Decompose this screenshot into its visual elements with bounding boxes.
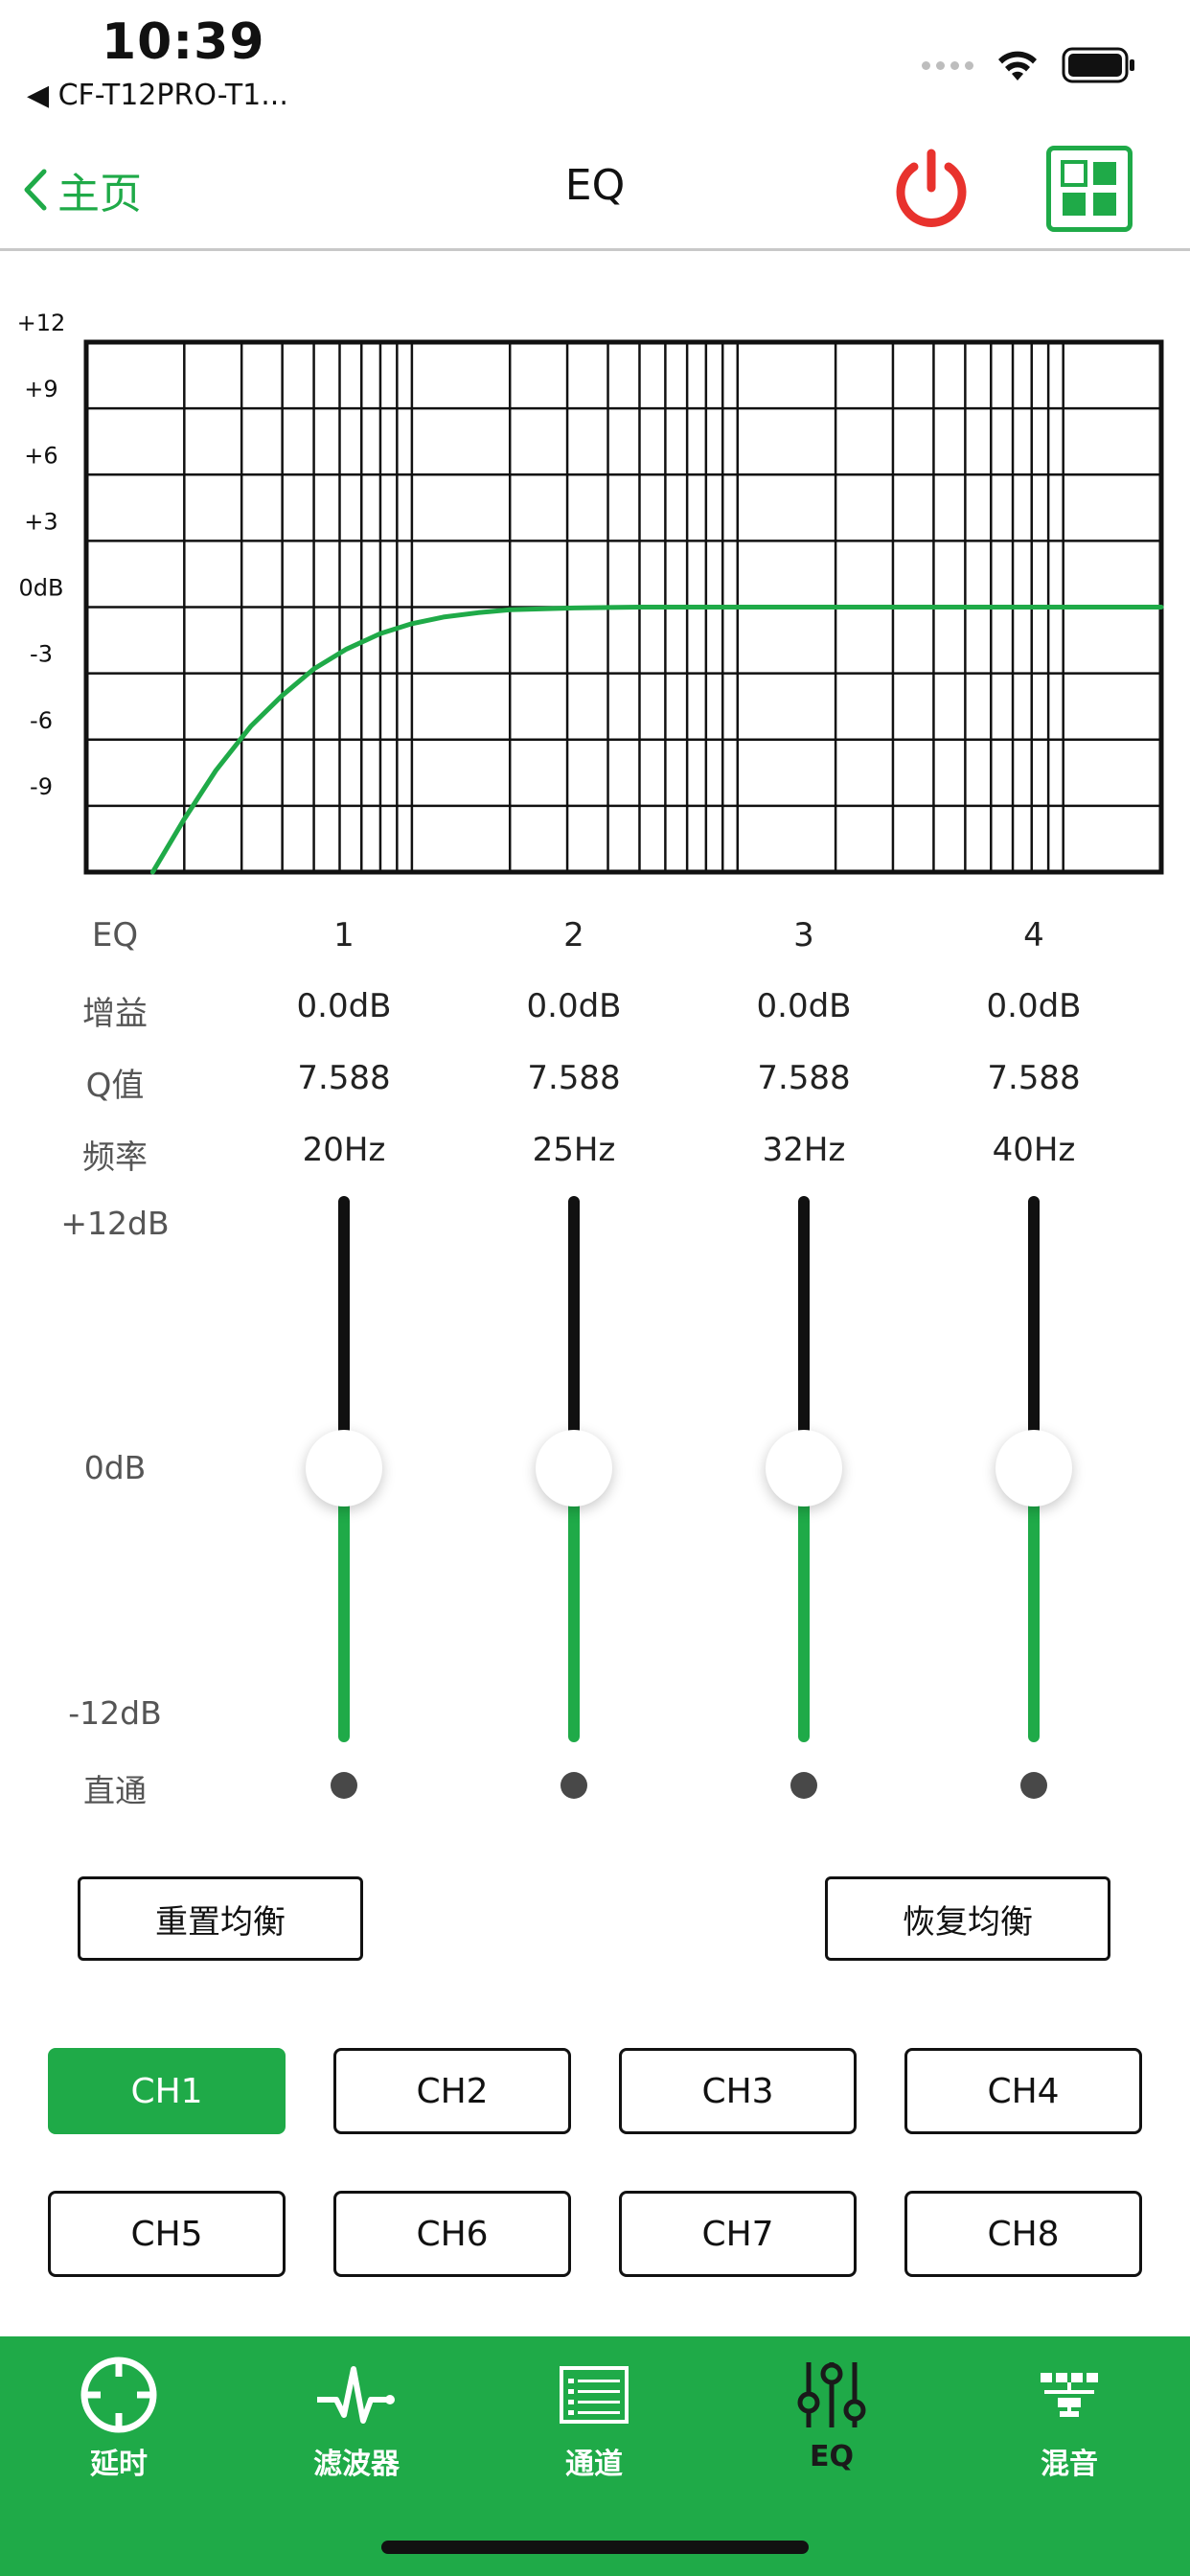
tab-label: 混音 bbox=[1041, 2448, 1098, 2481]
band-1-number: 1 bbox=[333, 916, 355, 954]
scale-top-label: +12dB bbox=[60, 1205, 170, 1242]
page-title: EQ bbox=[564, 161, 626, 210]
slider-track-upper bbox=[798, 1196, 810, 1468]
band-3-bypass-toggle[interactable] bbox=[790, 1772, 817, 1799]
channel-button-ch3[interactable]: CH3 bbox=[619, 2048, 857, 2134]
channel-button-ch4[interactable]: CH4 bbox=[904, 2048, 1142, 2134]
back-label: 主页 bbox=[57, 170, 142, 218]
channel-button-ch5[interactable]: CH5 bbox=[48, 2191, 286, 2277]
battery-icon bbox=[1062, 47, 1134, 83]
waveform-icon bbox=[317, 2366, 395, 2424]
y-tick-label: -3 bbox=[30, 641, 53, 668]
slider-track-lower bbox=[338, 1468, 350, 1742]
grid-icon bbox=[1061, 160, 1116, 216]
status-back-to-app[interactable]: ◀ CF-T12PRO-T1... bbox=[27, 79, 288, 112]
band-1-gain-slider[interactable] bbox=[286, 1196, 401, 1742]
reset-eq-button[interactable]: 重置均衡 bbox=[78, 1876, 363, 1961]
band-4-number: 4 bbox=[1023, 916, 1044, 954]
band-2-freq[interactable]: 25Hz bbox=[478, 1131, 670, 1169]
network-icon bbox=[1041, 2373, 1098, 2417]
tab-label: EQ bbox=[810, 2440, 854, 2473]
navigation-bar: 主页 EQ bbox=[0, 134, 1190, 251]
cellular-signal-icon bbox=[922, 60, 973, 70]
sliders-icon bbox=[797, 2362, 866, 2427]
slider-thumb[interactable] bbox=[536, 1430, 612, 1506]
slider-track-lower bbox=[798, 1468, 810, 1742]
band-4-freq[interactable]: 40Hz bbox=[938, 1131, 1130, 1169]
wifi-icon bbox=[998, 51, 1037, 80]
tab-label: 滤波器 bbox=[313, 2448, 400, 2481]
slider-track-upper bbox=[568, 1196, 580, 1468]
y-tick-label: +9 bbox=[24, 376, 57, 402]
q-label: Q值 bbox=[85, 1067, 145, 1105]
channel-button-ch7[interactable]: CH7 bbox=[619, 2191, 857, 2277]
eq-chart-svg: +12 +9 +6 +3 0dB -3 -6 -9 bbox=[17, 310, 1164, 875]
bypass-label: 直通 bbox=[83, 1772, 147, 1809]
tab-mix[interactable]: 混音 bbox=[973, 2354, 1165, 2488]
band-3-gain-slider[interactable] bbox=[746, 1196, 861, 1742]
band-1-bypass-toggle[interactable] bbox=[331, 1772, 357, 1799]
y-tick-label: +6 bbox=[24, 442, 57, 469]
tab-eq[interactable]: EQ bbox=[736, 2354, 927, 2488]
band-2-number: 2 bbox=[563, 916, 584, 954]
band-1-freq[interactable]: 20Hz bbox=[248, 1131, 440, 1169]
status-time: 10:39 bbox=[102, 13, 265, 71]
power-button[interactable] bbox=[887, 146, 975, 234]
restore-eq-button[interactable]: 恢复均衡 bbox=[825, 1876, 1110, 1961]
scale-mid-label: 0dB bbox=[83, 1449, 147, 1486]
band-4-q[interactable]: 7.588 bbox=[938, 1059, 1130, 1097]
band-1-q[interactable]: 7.588 bbox=[248, 1059, 440, 1097]
scale-bottom-label: -12dB bbox=[68, 1694, 162, 1732]
band-2-q[interactable]: 7.588 bbox=[478, 1059, 670, 1097]
band-2-bypass-toggle[interactable] bbox=[561, 1772, 587, 1799]
back-button[interactable]: 主页 bbox=[21, 159, 142, 220]
power-icon bbox=[896, 149, 967, 227]
list-icon bbox=[560, 2366, 629, 2424]
slider-thumb[interactable] bbox=[306, 1430, 382, 1506]
band-2-gain[interactable]: 0.0dB bbox=[478, 987, 670, 1025]
slider-track-lower bbox=[1028, 1468, 1040, 1742]
channel-button-ch8[interactable]: CH8 bbox=[904, 2191, 1142, 2277]
tab-channel[interactable]: 通道 bbox=[498, 2354, 690, 2488]
tab-label: 延时 bbox=[90, 2448, 148, 2481]
y-tick-label: +12 bbox=[17, 310, 66, 336]
band-3-q[interactable]: 7.588 bbox=[708, 1059, 900, 1097]
band-3-freq[interactable]: 32Hz bbox=[708, 1131, 900, 1169]
preset-grid-button[interactable] bbox=[1046, 146, 1133, 232]
y-tick-label: -9 bbox=[30, 773, 53, 800]
q-row: Q值 7.588 7.588 7.588 7.588 bbox=[0, 1059, 1190, 1116]
home-indicator bbox=[381, 2541, 809, 2554]
slider-thumb[interactable] bbox=[995, 1430, 1072, 1506]
band-4-gain-slider[interactable] bbox=[976, 1196, 1091, 1742]
tab-delay[interactable]: 延时 bbox=[23, 2354, 215, 2488]
tab-label: 通道 bbox=[565, 2448, 623, 2481]
eq-label: EQ bbox=[91, 916, 139, 954]
band-3-number: 3 bbox=[793, 916, 814, 954]
slider-track-lower bbox=[568, 1468, 580, 1742]
y-tick-label: +3 bbox=[24, 508, 57, 535]
band-4-bypass-toggle[interactable] bbox=[1020, 1772, 1047, 1799]
freq-row: 频率 20Hz 25Hz 32Hz 40Hz bbox=[0, 1131, 1190, 1188]
gain-label: 增益 bbox=[82, 995, 148, 1033]
freq-label: 频率 bbox=[82, 1138, 148, 1177]
band-2-gain-slider[interactable] bbox=[516, 1196, 631, 1742]
tab-filter[interactable]: 滤波器 bbox=[261, 2354, 452, 2488]
slider-thumb[interactable] bbox=[766, 1430, 842, 1506]
channel-button-ch2[interactable]: CH2 bbox=[333, 2048, 571, 2134]
channel-button-ch1[interactable]: CH1 bbox=[48, 2048, 286, 2134]
band-1-gain[interactable]: 0.0dB bbox=[248, 987, 440, 1025]
status-indicators bbox=[922, 44, 1136, 86]
gain-row: 增益 0.0dB 0.0dB 0.0dB 0.0dB bbox=[0, 987, 1190, 1045]
chevron-left-icon bbox=[24, 169, 47, 211]
slider-track-upper bbox=[338, 1196, 350, 1468]
y-tick-label: 0dB bbox=[19, 575, 64, 602]
crosshair-icon bbox=[80, 2357, 157, 2433]
channel-button-ch6[interactable]: CH6 bbox=[333, 2191, 571, 2277]
slider-track-upper bbox=[1028, 1196, 1040, 1468]
y-tick-label: -6 bbox=[30, 707, 53, 734]
band-4-gain[interactable]: 0.0dB bbox=[938, 987, 1130, 1025]
eq-response-chart: +12 +9 +6 +3 0dB -3 -6 -9 bbox=[0, 297, 1190, 882]
eq-band-row: EQ 1 2 3 4 bbox=[0, 916, 1190, 974]
band-3-gain[interactable]: 0.0dB bbox=[708, 987, 900, 1025]
